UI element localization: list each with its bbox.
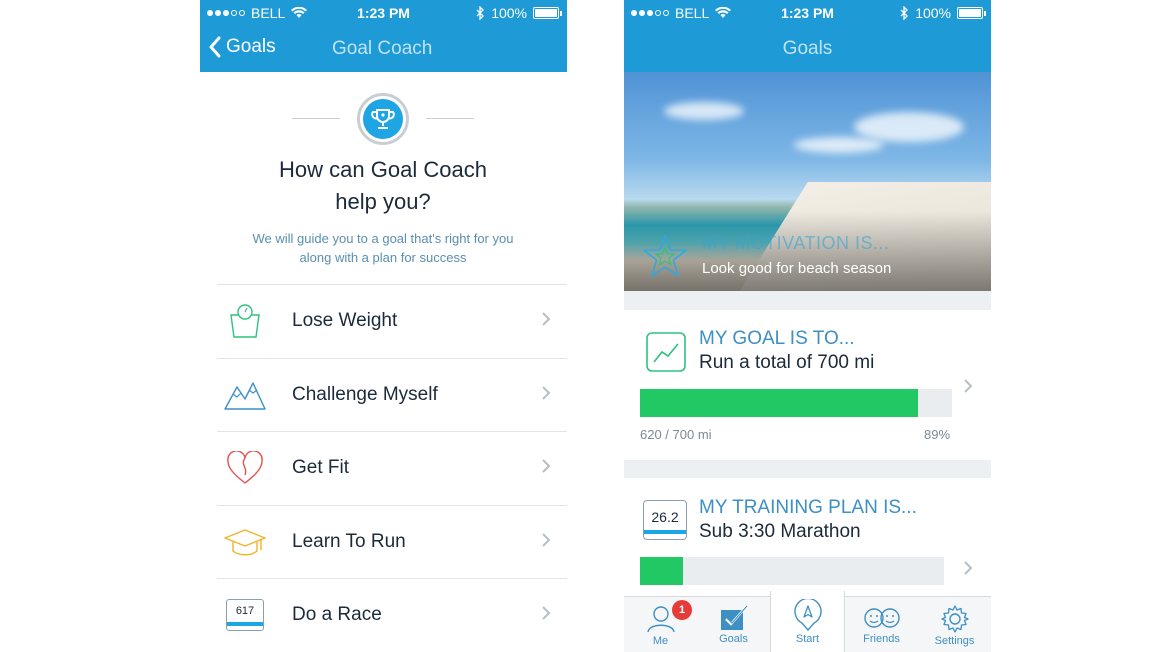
mountain-icon	[224, 382, 266, 410]
checkbox-icon	[720, 605, 747, 630]
chevron-right-icon	[964, 561, 973, 575]
cloud	[664, 102, 744, 120]
divider	[426, 118, 474, 119]
plan-bib-number: 26.2	[651, 509, 679, 525]
tab-friends[interactable]: Friends	[845, 597, 918, 652]
coach-subtitle-line2: along with a plan for success	[299, 250, 467, 265]
chevron-right-icon	[542, 385, 551, 400]
battery-icon	[533, 7, 562, 19]
tab-label: Start	[795, 633, 820, 645]
plan-text: Sub 3:30 Marathon	[699, 521, 861, 542]
goal-percent: 89%	[924, 427, 951, 442]
goal-card[interactable]: MY GOAL IS TO... Run a total of 700 mi 6…	[624, 310, 991, 460]
tab-label: Goals	[719, 633, 748, 645]
status-bar: BELL 1:23 PM 100%	[200, 0, 567, 26]
coach-subtitle-line1: We will guide you to a goal that's right…	[252, 231, 514, 246]
back-button[interactable]: Goals	[208, 36, 276, 58]
tab-bar: Me 1 Goals Start Friends Settings	[624, 591, 991, 652]
trophy-badge	[357, 93, 409, 145]
notification-badge: 1	[672, 600, 692, 620]
tab-label: Friends	[863, 633, 900, 645]
trophy-icon	[371, 109, 395, 129]
option-label: Learn To Run	[292, 530, 406, 552]
option-label: Challenge Myself	[292, 383, 438, 405]
tab-label: Settings	[934, 635, 975, 647]
page-title: Goals	[782, 38, 833, 59]
tab-goals[interactable]: Goals	[697, 597, 770, 652]
plan-progress-bar	[640, 557, 944, 585]
race-bib-icon: 617	[226, 599, 264, 632]
heart-icon	[227, 451, 263, 485]
bluetooth-icon	[900, 6, 909, 20]
person-icon	[646, 606, 675, 633]
tab-settings[interactable]: Settings	[918, 597, 991, 652]
coach-subtitle: We will guide you to a goal that's right…	[220, 229, 546, 267]
motivation-heading: MY MOTIVATION IS...	[702, 233, 890, 253]
bluetooth-icon	[476, 6, 485, 20]
friends-icon	[863, 608, 900, 628]
goal-options-list: Lose Weight Challenge Myself Get Fit Lea…	[217, 284, 567, 652]
chevron-left-icon	[209, 36, 221, 58]
chevron-right-icon	[542, 459, 551, 473]
goal-progress-bar	[640, 389, 952, 417]
goal-heading: MY GOAL IS TO...	[699, 328, 855, 349]
back-label: Goals	[226, 36, 276, 57]
plan-progress-fill	[640, 557, 683, 585]
star-icon	[643, 235, 687, 277]
status-bar: BELL 1:23 PM 100%	[624, 0, 991, 26]
cloud	[794, 137, 884, 153]
chevron-right-icon	[542, 312, 551, 326]
battery-percent: 100%	[915, 5, 951, 21]
coach-heading: How can Goal Coach help you?	[230, 154, 536, 218]
plan-heading: MY TRAINING PLAN IS...	[699, 497, 917, 518]
gear-icon	[940, 605, 969, 633]
option-label: Lose Weight	[292, 310, 398, 332]
battery-icon	[957, 7, 986, 19]
race-bib-number: 617	[235, 605, 255, 618]
option-label: Get Fit	[292, 457, 350, 479]
option-label: Do a Race	[292, 604, 382, 626]
chevron-right-icon	[542, 532, 551, 547]
goal-progress-text: 620 / 700 mi	[640, 427, 712, 442]
tab-label: Me	[652, 635, 669, 647]
option-do-a-race[interactable]: 617 Do a Race	[217, 579, 567, 652]
chevron-right-icon	[964, 379, 973, 393]
option-learn-to-run[interactable]: Learn To Run	[217, 506, 567, 579]
chevron-right-icon	[542, 606, 551, 620]
cloud	[854, 112, 964, 142]
race-bib-icon: 26.2	[643, 500, 687, 540]
goal-progress-fill	[640, 389, 918, 417]
option-challenge-myself[interactable]: Challenge Myself	[217, 359, 567, 432]
motivation-text: Look good for beach season	[702, 260, 892, 277]
battery-percent: 100%	[491, 5, 527, 21]
goal-coach-screen: BELL 1:23 PM 100% Goals Goal Coach How c…	[200, 0, 567, 652]
page-title: Goal Coach	[332, 38, 433, 59]
graduation-cap-icon	[224, 529, 266, 556]
tab-start[interactable]: Start	[770, 591, 845, 652]
option-lose-weight[interactable]: Lose Weight	[217, 285, 567, 359]
tab-me[interactable]: Me 1	[624, 597, 697, 652]
goal-text: Run a total of 700 mi	[699, 352, 875, 373]
divider	[292, 118, 340, 119]
coach-heading-line1: How can Goal Coach	[279, 157, 487, 182]
scale-icon	[230, 304, 260, 338]
goals-screen: BELL 1:23 PM 100% Goals MY MOTIVATION IS…	[624, 0, 991, 652]
trend-chart-icon	[646, 332, 686, 372]
training-plan-card[interactable]: 26.2 MY TRAINING PLAN IS... Sub 3:30 Mar…	[624, 478, 991, 596]
option-get-fit[interactable]: Get Fit	[217, 432, 567, 506]
compass-pin-icon	[793, 599, 822, 631]
coach-heading-line2: help you?	[335, 189, 431, 214]
